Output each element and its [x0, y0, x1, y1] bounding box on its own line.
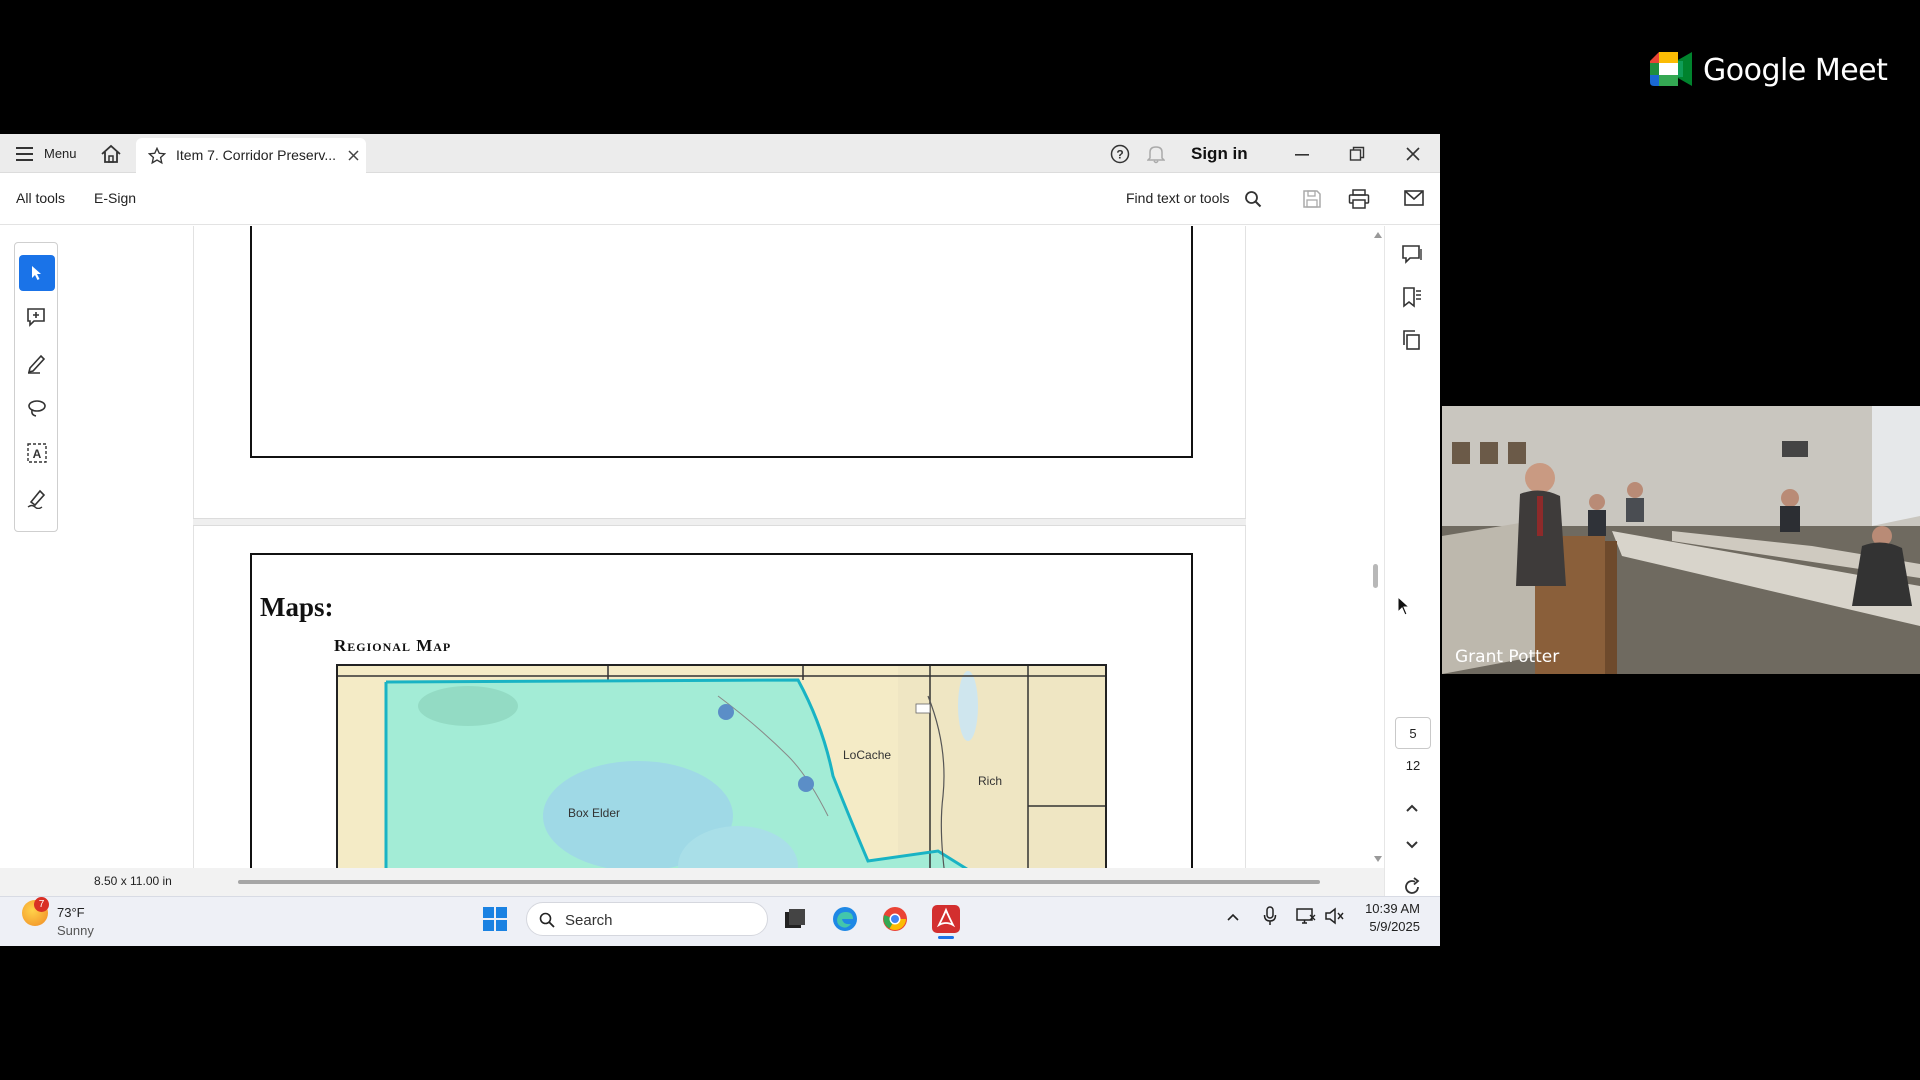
email-icon[interactable]	[1404, 190, 1424, 206]
close-window-button[interactable]	[1405, 134, 1421, 173]
acrobat-titlebar: Menu Item 7. Corridor Preserv... ? Sign …	[0, 134, 1440, 173]
page-number-input[interactable]: 5	[1395, 717, 1431, 749]
copy-pages-icon	[1403, 330, 1420, 350]
page-size-label: 8.50 x 11.00 in	[94, 874, 172, 888]
taskbar-search-placeholder: Search	[565, 912, 613, 929]
participant-video-frame	[1442, 406, 1920, 674]
taskbar-clock-time[interactable]: 10:39 AM	[1330, 901, 1420, 916]
hamburger-icon	[16, 146, 33, 161]
bookmarks-panel-button[interactable]	[1398, 283, 1426, 311]
minimize-button[interactable]	[1294, 134, 1310, 173]
chevron-down-icon	[1406, 841, 1418, 849]
weather-temperature[interactable]: 73°F	[57, 905, 85, 920]
text-select-tool[interactable]: A	[19, 435, 55, 471]
print-icon[interactable]	[1348, 189, 1370, 209]
esign-button[interactable]: E-Sign	[94, 190, 136, 206]
help-icon: ?	[1110, 144, 1130, 163]
search-icon	[539, 912, 555, 928]
google-meet-logo-icon	[1650, 52, 1692, 86]
acrobat-toolbar: All tools E-Sign Find text or tools	[0, 173, 1440, 225]
bookmark-icon	[1403, 287, 1421, 308]
star-icon[interactable]	[148, 147, 166, 165]
chrome-browser-icon[interactable]	[882, 906, 908, 932]
document-tab[interactable]: Item 7. Corridor Preserv...	[136, 138, 366, 173]
restore-button[interactable]	[1349, 134, 1365, 173]
tab-title: Item 7. Corridor Preserv...	[176, 147, 337, 163]
sign-in-button[interactable]: Sign in	[1191, 134, 1248, 173]
shared-screen: Menu Item 7. Corridor Preserv... ? Sign …	[0, 134, 1440, 946]
task-view-icon[interactable]	[784, 908, 806, 930]
vertical-scrollbar[interactable]	[1372, 226, 1384, 866]
next-page-button[interactable]	[1398, 831, 1426, 859]
svg-text:A: A	[33, 447, 42, 461]
page-separator	[193, 518, 1246, 526]
chevron-up-icon	[1406, 804, 1418, 812]
google-meet-brand: Google Meet	[1703, 53, 1888, 88]
menu-button[interactable]: Menu	[16, 134, 77, 173]
microphone-icon[interactable]	[1263, 906, 1277, 926]
help-button[interactable]: ?	[1110, 134, 1130, 173]
save-icon[interactable]	[1302, 189, 1322, 209]
add-comment-icon	[27, 308, 45, 327]
windows-start-icon[interactable]	[483, 907, 507, 931]
home-icon	[101, 144, 121, 163]
draw-tool[interactable]	[19, 390, 55, 426]
all-tools-button[interactable]: All tools	[16, 190, 65, 206]
search-icon[interactable]	[1244, 190, 1262, 208]
scroll-up-arrow-icon[interactable]	[1374, 232, 1382, 238]
home-button[interactable]	[100, 134, 122, 173]
participant-video-tile[interactable]	[1442, 406, 1920, 674]
rotate-icon	[1405, 877, 1420, 894]
select-tool[interactable]	[19, 255, 55, 291]
comment-icon	[1402, 245, 1422, 264]
close-icon	[1406, 146, 1420, 161]
minimize-icon	[1295, 153, 1309, 156]
sign-in-label: Sign in	[1191, 143, 1248, 163]
vertical-scroll-thumb[interactable]	[1373, 564, 1378, 588]
taskbar-search-input[interactable]: Search	[526, 902, 768, 936]
tray-overflow-chevron-icon[interactable]	[1226, 911, 1240, 923]
comments-panel-button[interactable]	[1398, 240, 1426, 268]
find-tools-button[interactable]: Find text or tools	[1126, 190, 1230, 206]
scroll-down-arrow-icon[interactable]	[1374, 856, 1382, 862]
weather-condition: Sunny	[57, 923, 94, 938]
map-label-box-elder: Box Elder	[568, 806, 621, 820]
network-icon[interactable]	[1296, 907, 1316, 925]
notifications-button[interactable]	[1147, 134, 1165, 173]
map-label-rich: Rich	[978, 774, 1003, 788]
bell-icon	[1147, 145, 1165, 163]
pen-icon	[27, 354, 46, 374]
cursor-icon	[32, 266, 41, 280]
acrobat-app-icon[interactable]	[932, 905, 960, 933]
sign-tool[interactable]	[19, 480, 55, 516]
svg-text:?: ?	[1116, 147, 1123, 161]
regional-map-title: Regional Map	[334, 636, 452, 655]
restore-icon	[1349, 146, 1365, 161]
acrobat-active-indicator	[938, 936, 954, 939]
participant-name: Grant Potter	[1455, 647, 1560, 667]
close-tab-icon[interactable]	[348, 150, 359, 161]
map-label-cache: LoCache	[843, 748, 892, 762]
edge-browser-icon[interactable]	[832, 906, 858, 932]
pages-panel-button[interactable]	[1398, 326, 1426, 354]
mouse-cursor-icon	[1397, 596, 1411, 616]
weather-badge: 7	[34, 897, 49, 912]
taskbar-clock-date[interactable]: 5/9/2025	[1330, 919, 1420, 934]
menu-label: Menu	[44, 146, 77, 161]
horizontal-scroll-thumb[interactable]	[238, 880, 1320, 884]
text-box-icon: A	[27, 443, 47, 463]
maps-heading: Maps:	[260, 592, 334, 622]
quick-tools-strip: A	[14, 242, 58, 532]
signature-pen-icon	[27, 489, 46, 509]
page-total: 12	[1405, 758, 1421, 773]
highlight-tool[interactable]	[19, 345, 55, 381]
add-comment-tool[interactable]	[19, 300, 55, 336]
previous-page-button[interactable]	[1398, 794, 1426, 822]
lasso-icon	[28, 400, 46, 417]
page-frame-box	[250, 226, 1193, 458]
